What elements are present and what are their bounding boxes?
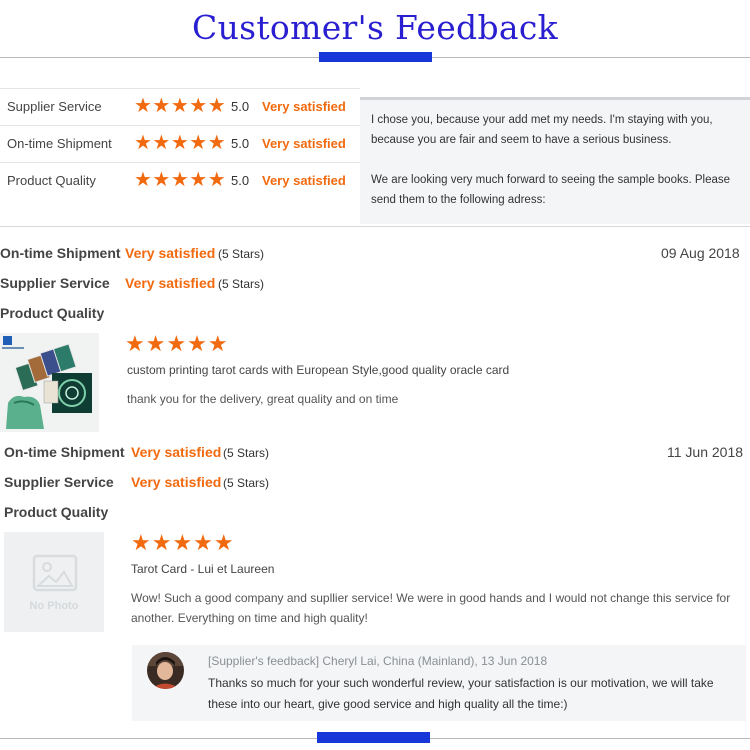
section-divider: [0, 226, 750, 227]
star-icon-group: ★★★★★: [134, 169, 227, 191]
review-satisfaction: Very satisfied: [131, 444, 222, 460]
supplier-reply-panel: [Supplier's feedback] Cheryl Lai, China …: [132, 645, 746, 721]
review-stars-note: (5 Stars): [218, 277, 265, 291]
review-label-on-time-shipment: On-time Shipment: [0, 245, 121, 261]
summary-divider: [0, 125, 360, 126]
review-label-product-quality: Product Quality: [0, 305, 105, 321]
tarot-cards-image: [0, 333, 99, 432]
summary-score: 5.0: [231, 173, 250, 188]
summary-score: 5.0: [231, 99, 250, 114]
star-icon-group: ★★★★★: [134, 95, 227, 117]
header-accent-bar: [319, 52, 432, 62]
review-stars-note: (5 Stars): [223, 476, 270, 490]
review-stars-note: (5 Stars): [218, 247, 265, 261]
product-thumbnail-placeholder[interactable]: No Photo: [4, 532, 104, 632]
review-date: 11 Jun 2018: [667, 444, 744, 460]
star-icon-group: ★★★★★: [125, 331, 229, 356]
summary-score: 5.0: [231, 136, 250, 151]
summary-divider: [0, 162, 360, 163]
no-photo-icon: [32, 554, 78, 592]
review-product-name[interactable]: custom printing tarot cards with Europea…: [127, 363, 509, 377]
no-photo-label: No Photo: [29, 600, 79, 612]
review-label-on-time-shipment: On-time Shipment: [4, 444, 125, 460]
summary-satisfaction: Very satisfied: [262, 173, 346, 188]
review-satisfaction: Very satisfied: [131, 474, 222, 490]
review-comment: thank you for the delivery, great qualit…: [127, 392, 399, 406]
review-comment: Wow! Such a good company and supllier se…: [131, 591, 731, 625]
review-label-product-quality: Product Quality: [4, 504, 109, 520]
review-label-supplier-service: Supplier Service: [0, 275, 110, 291]
summary-label-supplier-service: Supplier Service: [7, 99, 102, 114]
summary-satisfaction: Very satisfied: [262, 99, 346, 114]
supplier-reply-meta: [Supplier's feedback] Cheryl Lai, China …: [208, 654, 548, 668]
summary-divider: [0, 88, 360, 89]
star-icon-group: ★★★★★: [134, 132, 227, 154]
supplier-reply-text: Thanks so much for your such wonderful r…: [208, 676, 714, 711]
review-date: 09 Aug 2018: [661, 245, 740, 261]
avatar: [147, 652, 184, 689]
summary-label-product-quality: Product Quality: [7, 173, 96, 188]
star-icon-group: ★★★★★: [131, 530, 235, 555]
review-satisfaction: Very satisfied: [125, 245, 216, 261]
review-label-supplier-service: Supplier Service: [4, 474, 114, 490]
review-stars-note: (5 Stars): [223, 446, 270, 460]
review-satisfaction: Very satisfied: [125, 275, 216, 291]
footer-accent-bar: [317, 732, 430, 743]
buyer-message-text: I chose you, because your add met my nee…: [371, 114, 713, 146]
buyer-message-panel: I chose you, because your add met my nee…: [360, 97, 750, 224]
summary-label-on-time-shipment: On-time Shipment: [7, 136, 112, 151]
summary-satisfaction: Very satisfied: [262, 136, 346, 151]
review-product-name[interactable]: Tarot Card - Lui et Laureen: [131, 562, 274, 576]
buyer-message-text: We are looking very much forward to seei…: [371, 174, 731, 206]
product-thumbnail[interactable]: [0, 333, 99, 432]
page-title: Customer's Feedback: [192, 8, 558, 47]
